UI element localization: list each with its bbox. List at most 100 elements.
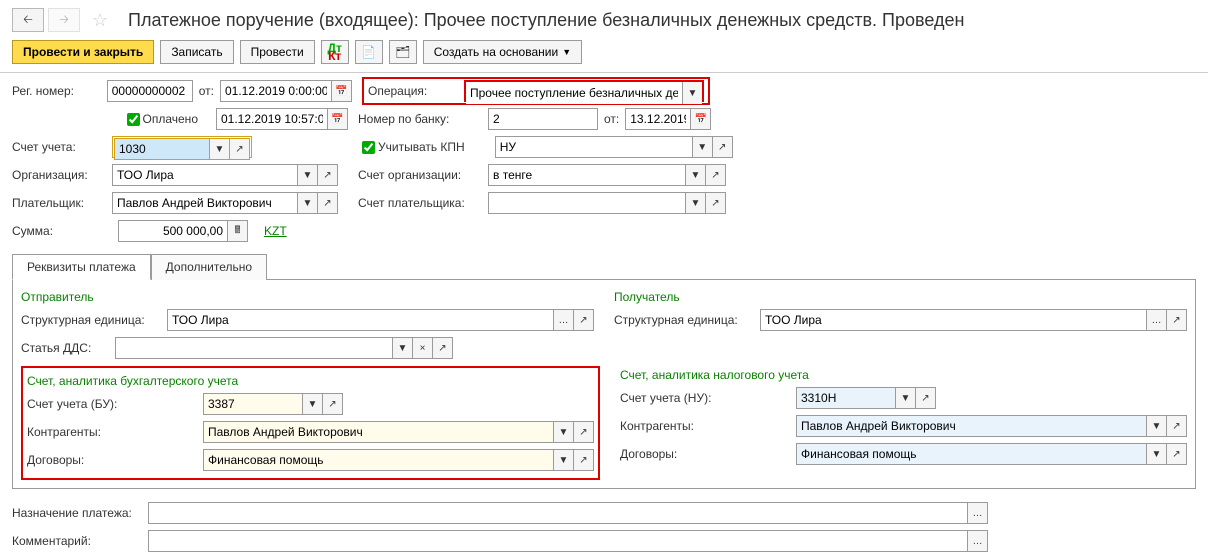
purpose-input[interactable] bbox=[148, 502, 968, 524]
select-icon[interactable]: … bbox=[1147, 309, 1167, 331]
dropdown-icon[interactable]: ▼ bbox=[896, 387, 916, 409]
nu-counterparty-input[interactable] bbox=[796, 415, 1147, 437]
dropdown-icon[interactable]: ▼ bbox=[393, 337, 413, 359]
calculator-icon[interactable]: 🖩 bbox=[228, 220, 248, 242]
post-button[interactable]: Провести bbox=[240, 40, 315, 64]
account-input[interactable] bbox=[114, 138, 210, 160]
bu-counterparty-input[interactable] bbox=[203, 421, 554, 443]
open-icon[interactable]: ↗ bbox=[318, 164, 338, 186]
paid-checkbox[interactable] bbox=[127, 113, 140, 126]
create-based-button[interactable]: Создать на основании ▼ bbox=[423, 40, 582, 64]
dropdown-icon[interactable]: ▼ bbox=[554, 449, 574, 471]
page-title: Платежное поручение (входящее): Прочее п… bbox=[128, 10, 964, 31]
select-icon[interactable]: … bbox=[554, 309, 574, 331]
bank-number-label: Номер по банку: bbox=[358, 112, 488, 126]
recipient-title: Получатель bbox=[614, 288, 1187, 306]
struct-unit-label: Структурная единица: bbox=[21, 313, 161, 327]
operation-input[interactable] bbox=[466, 82, 682, 104]
reg-number-input[interactable] bbox=[107, 80, 193, 102]
open-icon[interactable]: ↗ bbox=[916, 387, 936, 409]
kpn-checkbox[interactable] bbox=[362, 141, 375, 154]
dropdown-icon[interactable]: ▼ bbox=[1147, 415, 1167, 437]
sum-label: Сумма: bbox=[12, 224, 112, 238]
calendar-icon[interactable]: 📅 bbox=[332, 80, 352, 102]
account-label: Счет учета: bbox=[12, 140, 112, 154]
open-icon[interactable]: ↗ bbox=[230, 138, 250, 160]
open-icon[interactable]: ↗ bbox=[1167, 415, 1187, 437]
open-icon[interactable]: ↗ bbox=[1167, 309, 1187, 331]
sender-title: Отправитель bbox=[21, 288, 594, 306]
nu-acc-input[interactable] bbox=[796, 387, 896, 409]
payer-input[interactable] bbox=[112, 192, 298, 214]
nu-contract-input[interactable] bbox=[796, 443, 1147, 465]
dds-input[interactable] bbox=[115, 337, 393, 359]
payer-acc-label: Счет плательщика: bbox=[358, 196, 488, 210]
paid-date-input[interactable] bbox=[216, 108, 328, 130]
nu-title: Счет, аналитика налогового учета bbox=[620, 366, 1187, 384]
open-icon[interactable]: ↗ bbox=[706, 192, 726, 214]
open-icon[interactable]: ↗ bbox=[574, 449, 594, 471]
structure-icon-button[interactable]: 🗂 bbox=[389, 40, 417, 64]
tab-additional[interactable]: Дополнительно bbox=[151, 254, 267, 280]
dropdown-icon[interactable]: ▼ bbox=[554, 421, 574, 443]
org-acc-label: Счет организации: bbox=[358, 168, 488, 182]
org-input[interactable] bbox=[112, 164, 298, 186]
payer-label: Плательщик: bbox=[12, 196, 112, 210]
bank-from-label: от: bbox=[604, 112, 619, 126]
counterparty-label: Контрагенты: bbox=[620, 419, 790, 433]
kpn-input[interactable] bbox=[495, 136, 693, 158]
open-icon[interactable]: ↗ bbox=[574, 421, 594, 443]
open-icon[interactable]: ↗ bbox=[713, 136, 733, 158]
dropdown-icon[interactable]: ▼ bbox=[693, 136, 713, 158]
bu-acc-input[interactable] bbox=[203, 393, 303, 415]
select-icon[interactable]: … bbox=[968, 530, 988, 552]
bank-date-input[interactable] bbox=[625, 108, 691, 130]
paid-label: Оплачено bbox=[143, 112, 198, 126]
save-button[interactable]: Записать bbox=[160, 40, 233, 64]
calendar-icon[interactable]: 📅 bbox=[691, 108, 711, 130]
bank-number-input[interactable] bbox=[488, 108, 598, 130]
dropdown-icon[interactable]: ▼ bbox=[298, 164, 318, 186]
reg-number-label: Рег. номер: bbox=[12, 84, 107, 98]
select-icon[interactable]: … bbox=[968, 502, 988, 524]
dropdown-icon[interactable]: ▼ bbox=[1147, 443, 1167, 465]
dropdown-icon[interactable]: ▼ bbox=[298, 192, 318, 214]
clear-icon[interactable]: × bbox=[413, 337, 433, 359]
currency-link[interactable]: KZT bbox=[264, 224, 287, 238]
operation-dropdown-icon[interactable]: ▼ bbox=[682, 82, 702, 104]
forward-button[interactable]: 🡢 bbox=[48, 8, 80, 32]
dropdown-icon[interactable]: ▼ bbox=[686, 164, 706, 186]
tab-payment-details[interactable]: Реквизиты платежа bbox=[12, 254, 151, 280]
dropdown-icon[interactable]: ▼ bbox=[210, 138, 230, 160]
post-close-button[interactable]: Провести и закрыть bbox=[12, 40, 154, 64]
counterparty-label: Контрагенты: bbox=[27, 425, 197, 439]
from-label: от: bbox=[199, 84, 214, 98]
reg-date-input[interactable] bbox=[220, 80, 332, 102]
document-icon-button[interactable]: 📄 bbox=[355, 40, 383, 64]
open-icon[interactable]: ↗ bbox=[706, 164, 726, 186]
payer-acc-input[interactable] bbox=[488, 192, 686, 214]
sum-input[interactable] bbox=[118, 220, 228, 242]
contract-label: Договоры: bbox=[27, 453, 197, 467]
comment-label: Комментарий: bbox=[12, 534, 142, 548]
bu-title: Счет, аналитика бухгалтерского учета bbox=[27, 372, 594, 390]
open-icon[interactable]: ↗ bbox=[433, 337, 453, 359]
org-label: Организация: bbox=[12, 168, 112, 182]
org-acc-input[interactable] bbox=[488, 164, 686, 186]
open-icon[interactable]: ↗ bbox=[318, 192, 338, 214]
dropdown-icon[interactable]: ▼ bbox=[303, 393, 323, 415]
sender-struct-unit-input[interactable] bbox=[167, 309, 554, 331]
open-icon[interactable]: ↗ bbox=[1167, 443, 1187, 465]
calendar-icon[interactable]: 📅 bbox=[328, 108, 348, 130]
recipient-struct-unit-input[interactable] bbox=[760, 309, 1147, 331]
back-button[interactable]: 🡠 bbox=[12, 8, 44, 32]
open-icon[interactable]: ↗ bbox=[323, 393, 343, 415]
dropdown-icon[interactable]: ▼ bbox=[686, 192, 706, 214]
comment-input[interactable] bbox=[148, 530, 968, 552]
dtkt-button[interactable]: ДтКт bbox=[321, 40, 349, 64]
bu-contract-input[interactable] bbox=[203, 449, 554, 471]
contract-label: Договоры: bbox=[620, 447, 790, 461]
favorite-icon[interactable]: ☆ bbox=[88, 8, 112, 32]
nu-acc-label: Счет учета (НУ): bbox=[620, 391, 790, 405]
open-icon[interactable]: ↗ bbox=[574, 309, 594, 331]
